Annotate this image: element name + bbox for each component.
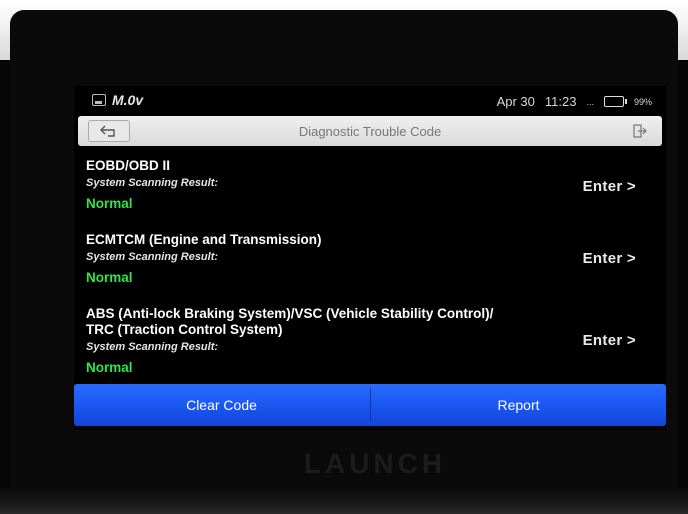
system-title-line2: TRC (Traction Control System) [86, 322, 283, 337]
action-bar: Clear Code Report [74, 384, 666, 426]
image-icon [92, 94, 106, 106]
title-bar: Diagnostic Trouble Code [78, 116, 662, 146]
device-brand-logo: LAUNCH [303, 448, 447, 479]
system-item-abs-vsc-trc[interactable]: ABS (Anti-lock Braking System)/VSC (Vehi… [86, 306, 646, 375]
battery-icon [603, 96, 627, 107]
signal-icon: ... [586, 96, 594, 107]
system-item-ecm-tcm[interactable]: ECMTCM (Engine and Transmission) System … [86, 232, 646, 285]
system-title: ECMTCM (Engine and Transmission) [86, 232, 322, 247]
system-title-line1: ABS (Anti-lock Braking System)/VSC (Vehi… [86, 306, 494, 321]
battery-voltage: M.0v [112, 92, 144, 108]
exit-icon [633, 124, 647, 138]
clear-code-button[interactable]: Clear Code [74, 384, 369, 426]
device-screen: M.0v Apr 30 11:23 ... 99% Diagnostic Tro… [74, 86, 666, 430]
status-date: Apr 30 [496, 94, 535, 109]
system-item-eobd[interactable]: EOBD/OBD II System Scanning Result: Norm… [86, 158, 646, 211]
enter-button-eobd[interactable]: Enter > [583, 178, 636, 195]
photo-surface [0, 488, 688, 514]
system-title: EOBD/OBD II [86, 158, 171, 173]
battery-percent: 99% [633, 96, 652, 107]
scan-status: Normal [86, 270, 133, 285]
enter-button-ecm-tcm[interactable]: Enter > [583, 250, 636, 267]
scan-status: Normal [86, 360, 133, 375]
status-bar: M.0v Apr 30 11:23 ... 99% [74, 86, 666, 114]
exit-button[interactable] [626, 120, 652, 142]
report-button[interactable]: Report [371, 384, 666, 426]
enter-button-abs-vsc-trc[interactable]: Enter > [583, 332, 636, 349]
scan-result-label: System Scanning Result: [86, 177, 219, 189]
scan-status: Normal [86, 196, 133, 211]
page-title: Diagnostic Trouble Code [298, 124, 442, 139]
status-time: 11:23 [544, 94, 577, 109]
scan-result-label: System Scanning Result: [86, 251, 219, 263]
scan-result-label: System Scanning Result: [86, 341, 219, 353]
